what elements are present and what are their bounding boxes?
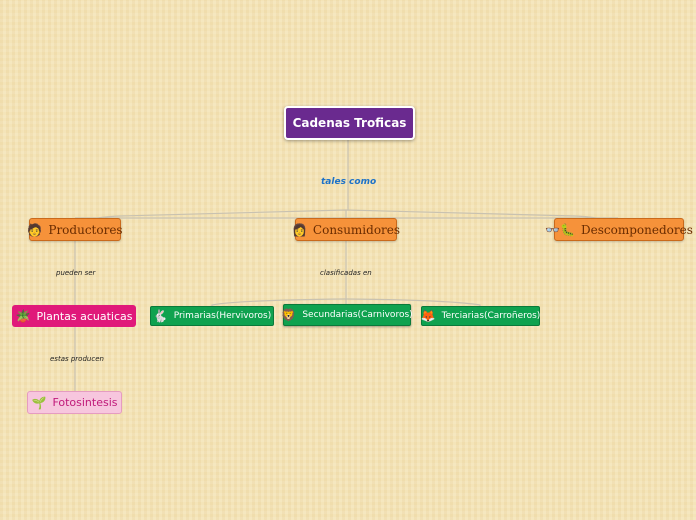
fox-icon: 🦊 [420, 309, 436, 323]
node-productores[interactable]: 🧑 Productores [27, 218, 123, 241]
link-label-clasificadas-en: clasificadas en [320, 269, 372, 277]
rabbit-icon: 🐇 [152, 309, 168, 323]
node-terciarias[interactable]: 🦊 Terciarias(Carroñeros) [421, 306, 540, 326]
node-consumidores-label: Consumidores [312, 222, 401, 237]
seedling-icon: 🌱 [31, 395, 47, 410]
person-icon: 🧑 [27, 222, 43, 237]
link-label-pueden-ser: pueden ser [56, 269, 96, 277]
node-consumidores[interactable]: 👩 Consumidores [291, 218, 401, 241]
potted-plant-icon: 🪴 [15, 309, 31, 323]
node-productores-label: Productores [48, 222, 123, 237]
link-label-tales-como: tales como [321, 177, 377, 187]
root-node[interactable]: Cadenas Troficas [284, 106, 415, 140]
node-primarias[interactable]: 🐇 Primarias(Hervivoros) [150, 306, 274, 326]
node-terciarias-label: Terciarias(Carroñeros) [441, 311, 541, 321]
node-descomponedores-label: Descomponedores [581, 222, 693, 237]
node-secundarias[interactable]: 🦁 Secundarias(Carnivoros) [281, 304, 413, 326]
node-plantas-acuaticas[interactable]: 🪴 Plantas acuaticas [12, 305, 136, 327]
link-label-estas-producen: estas producen [50, 355, 104, 363]
node-fotosintesis[interactable]: 🌱 Fotosintesis [27, 391, 122, 414]
root-label: Cadenas Troficas [292, 116, 407, 130]
lion-icon: 🦁 [281, 308, 297, 322]
node-primarias-label: Primarias(Hervivoros) [173, 311, 272, 321]
node-secundarias-label: Secundarias(Carnivoros) [302, 310, 413, 320]
woman-icon: 👩 [291, 222, 307, 237]
node-plantas-label: Plantas acuaticas [36, 309, 133, 323]
glasses-caterpillar-icon: 👓🐛 [545, 222, 576, 237]
connector-lines [74, 140, 619, 392]
node-descomponedores[interactable]: 👓🐛 Descomponedores [545, 218, 693, 241]
node-fotosintesis-label: Fotosintesis [52, 396, 118, 409]
